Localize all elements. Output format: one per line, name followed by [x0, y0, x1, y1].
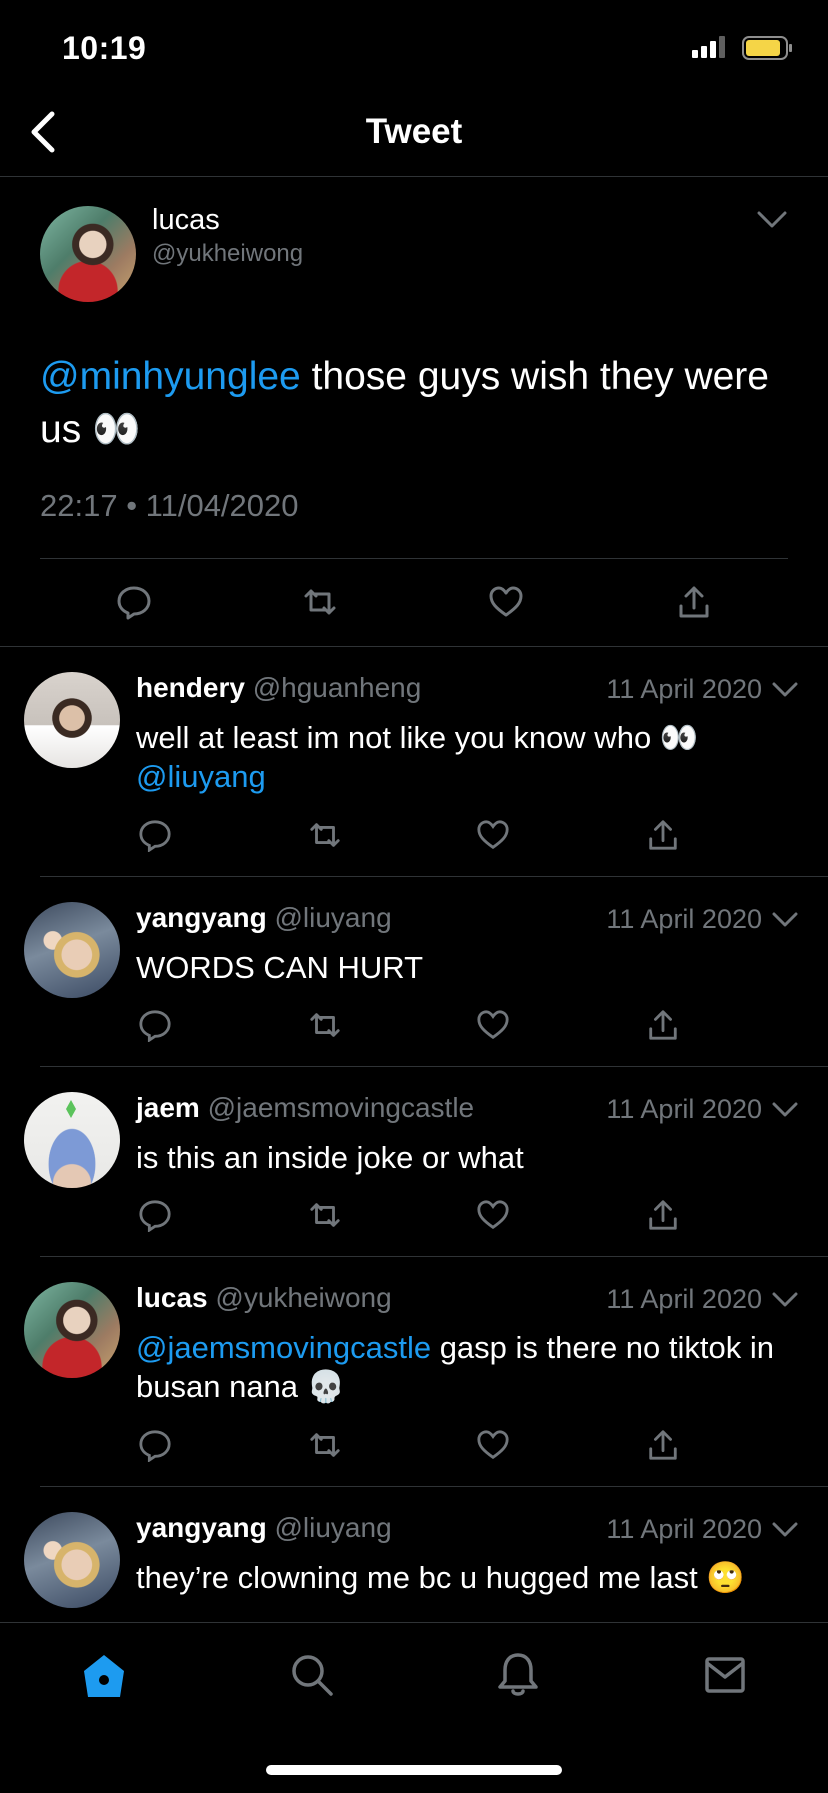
- retweet-icon[interactable]: [308, 818, 342, 852]
- like-icon[interactable]: [476, 1198, 510, 1232]
- reply-tweet[interactable]: jaem @jaemsmovingcastle 11 April 2020 is…: [0, 1066, 828, 1256]
- author-handle[interactable]: @hguanheng: [253, 672, 422, 703]
- author-handle[interactable]: @liuyang: [274, 1512, 391, 1543]
- like-icon[interactable]: [488, 584, 524, 620]
- like-icon[interactable]: [476, 818, 510, 852]
- reply-icon[interactable]: [138, 1198, 172, 1232]
- avatar[interactable]: [24, 1092, 120, 1188]
- retweet-icon[interactable]: [308, 1008, 342, 1042]
- reply-body: WORDS CAN HURT: [136, 950, 424, 985]
- status-time: 10:19: [62, 30, 147, 66]
- share-icon[interactable]: [646, 1198, 680, 1232]
- reply-date: 11 April 2020: [606, 1514, 762, 1544]
- plumbob-icon: [66, 1100, 76, 1118]
- chevron-down-icon[interactable]: [756, 210, 788, 230]
- home-icon[interactable]: [82, 1653, 126, 1699]
- share-icon[interactable]: [646, 1428, 680, 1462]
- retweet-icon[interactable]: [302, 584, 338, 620]
- reply-author[interactable]: lucas @yukheiwong: [136, 1282, 392, 1314]
- avatar[interactable]: [24, 902, 120, 998]
- share-icon[interactable]: [676, 584, 712, 620]
- avatar[interactable]: [24, 672, 120, 768]
- bell-icon[interactable]: [496, 1651, 540, 1699]
- chevron-down-icon[interactable]: [772, 682, 798, 698]
- mention-link[interactable]: @jaemsmovingcastle: [136, 1330, 431, 1365]
- reply-date: 11 April 2020: [606, 1094, 762, 1124]
- author-name[interactable]: lucas: [152, 204, 220, 237]
- author-handle[interactable]: @jaemsmovingcastle: [208, 1092, 475, 1123]
- share-icon[interactable]: [646, 818, 680, 852]
- author-handle[interactable]: @yukheiwong: [215, 1282, 391, 1313]
- reply-author[interactable]: yangyang @liuyang: [136, 902, 392, 934]
- battery-icon: [742, 36, 792, 60]
- reply-tweet[interactable]: hendery @hguanheng 11 April 2020 well at…: [0, 646, 828, 876]
- reply-body: is this an inside joke or what: [136, 1140, 524, 1175]
- reply-author[interactable]: hendery @hguanheng: [136, 672, 421, 704]
- like-icon[interactable]: [476, 1428, 510, 1462]
- author-name[interactable]: jaem: [136, 1092, 200, 1123]
- author-name[interactable]: hendery: [136, 672, 245, 703]
- author-handle[interactable]: @liuyang: [274, 902, 391, 933]
- reply-text: well at least im not like you know who 👀…: [136, 718, 786, 796]
- author-name[interactable]: yangyang: [136, 1512, 267, 1543]
- reply-date: 11 April 2020: [606, 1284, 762, 1314]
- retweet-icon[interactable]: [308, 1428, 342, 1462]
- reply-text: @jaemsmovingcastle gasp is there no tikt…: [136, 1328, 786, 1406]
- chevron-down-icon[interactable]: [772, 912, 798, 928]
- reply-tweet[interactable]: lucas @yukheiwong 11 April 2020 @jaemsmo…: [0, 1256, 828, 1486]
- reply-body: well at least im not like you know who 👀: [136, 720, 699, 755]
- tweet-text: @minhyunglee those guys wish they were u…: [40, 350, 780, 456]
- reply-author[interactable]: yangyang @liuyang: [136, 1512, 392, 1544]
- mention-link[interactable]: @minhyunglee: [40, 355, 301, 398]
- home-indicator[interactable]: [266, 1765, 562, 1775]
- author-name[interactable]: yangyang: [136, 902, 267, 933]
- like-icon[interactable]: [476, 1008, 510, 1042]
- chevron-down-icon[interactable]: [772, 1292, 798, 1308]
- reply-text: WORDS CAN HURT: [136, 948, 786, 987]
- reply-tweet[interactable]: yangyang @liuyang 11 April 2020 WORDS CA…: [0, 876, 828, 1066]
- search-icon[interactable]: [290, 1653, 334, 1697]
- reply-date: 11 April 2020: [606, 904, 762, 934]
- divider: [40, 558, 788, 559]
- tweet-timestamp: 22:17 • 11/04/2020: [40, 488, 299, 523]
- reply-tweet[interactable]: yangyang @liuyang 11 April 2020 they’re …: [0, 1486, 828, 1622]
- author-handle[interactable]: @yukheiwong: [152, 240, 303, 268]
- avatar[interactable]: [40, 206, 136, 302]
- reply-icon[interactable]: [138, 1428, 172, 1462]
- reply-icon[interactable]: [116, 584, 152, 620]
- chevron-down-icon[interactable]: [772, 1522, 798, 1538]
- avatar[interactable]: [24, 1282, 120, 1378]
- reply-text: they’re clowning me bc u hugged me last …: [136, 1558, 816, 1597]
- mention-link[interactable]: @liuyang: [136, 759, 266, 794]
- avatar[interactable]: [24, 1512, 120, 1608]
- reply-icon[interactable]: [138, 1008, 172, 1042]
- chevron-down-icon[interactable]: [772, 1102, 798, 1118]
- page-title: Tweet: [365, 112, 463, 151]
- reply-text: is this an inside joke or what: [136, 1138, 786, 1177]
- share-icon[interactable]: [646, 1008, 680, 1042]
- signal-icon: [692, 36, 725, 58]
- author-name[interactable]: lucas: [136, 1282, 208, 1313]
- header-divider: [0, 176, 828, 177]
- reply-date: 11 April 2020: [606, 674, 762, 704]
- reply-icon[interactable]: [138, 818, 172, 852]
- retweet-icon[interactable]: [308, 1198, 342, 1232]
- reply-author[interactable]: jaem @jaemsmovingcastle: [136, 1092, 474, 1124]
- reply-body: they’re clowning me bc u hugged me last …: [136, 1560, 745, 1595]
- mail-icon[interactable]: [704, 1655, 746, 1695]
